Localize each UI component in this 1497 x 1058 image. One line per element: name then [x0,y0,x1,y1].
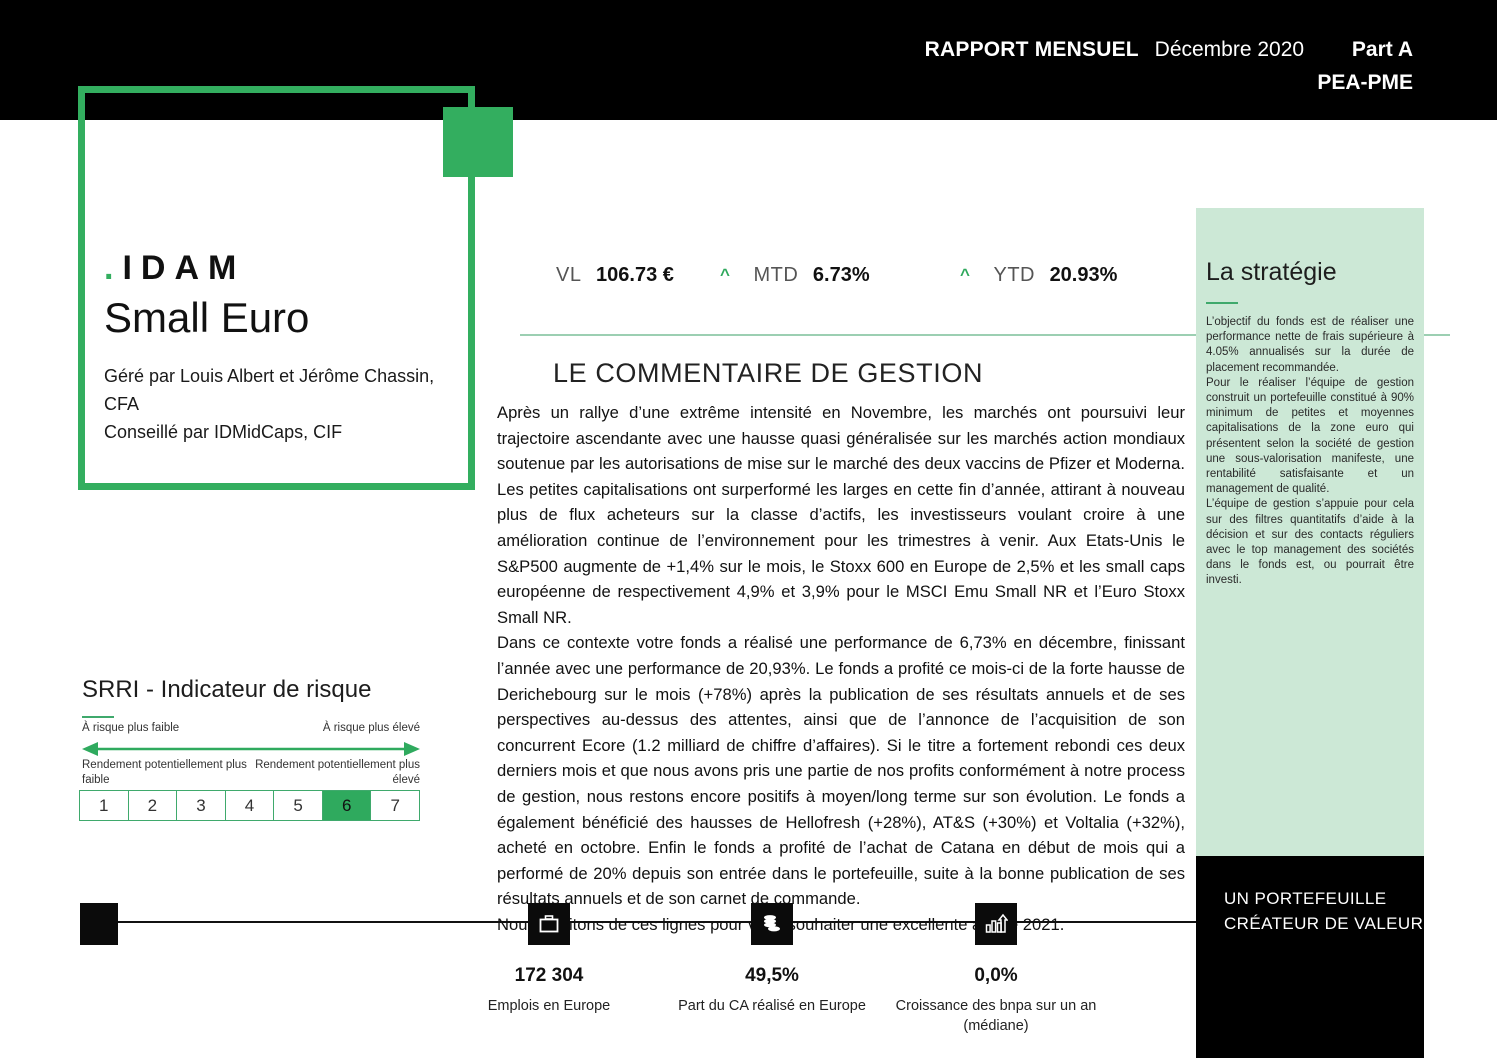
kpi-vl-value: 106.73 € [596,264,674,286]
report-part: Part A [1351,38,1413,61]
stat-value: 172 304 [514,965,584,986]
strategy-paragraph: L’objectif du fonds est de réaliser une … [1206,316,1414,374]
share-class-label: PEA-PME [1317,71,1413,94]
frame-header-mask [85,93,468,120]
brand-dot: . [104,249,123,287]
srri-cell-1[interactable]: 1 [79,790,128,821]
strategy-title-underline [1206,302,1238,304]
strategy-body: L’objectif du fonds est de réaliser une … [1206,315,1414,589]
bar-chart-up-icon [975,903,1017,945]
report-date: Décembre 2020 [1154,38,1305,61]
tagline-text: UN PORTEFEUILLE CRÉATEUR DE VALEUR [1224,889,1424,933]
srri-scale: 1 2 3 4 5 6 7 [79,790,421,821]
stat-caption: Croissance des bnpa sur un an (médiane) [895,998,1097,1034]
kpi-ytd-label: YTD [993,264,1035,286]
fund-name: Small Euro [104,294,310,341]
kpi-mtd: ^ MTD 6.73% [720,258,870,293]
srri-cell-5[interactable]: 5 [273,790,322,821]
header-text-group: RAPPORT MENSUEL Décembre 2020 Part A PEA… [925,36,1413,98]
kpi-vl-label: VL [556,264,582,286]
kpi-vl: VL 106.73 € [556,258,674,292]
stat-item: 0,0% Croissance des bnpa sur un an (médi… [876,903,1116,1036]
srri-cell-7[interactable]: 7 [370,790,421,821]
srri-label-high: À risque plus élevé [322,722,420,734]
stat-caption: Emplois en Europe [487,998,611,1014]
kpi-ytd: ^ YTD 20.93% [960,258,1117,293]
fund-advisor: Conseillé par IDMidCaps, CIF [104,422,343,442]
strategy-paragraph: Pour le réaliser l’équipe de gestion con… [1206,376,1414,496]
chevron-up-icon: ^ [960,265,970,284]
stat-item: 49,5% Part du CA réalisé en Europe [652,903,892,1016]
stat-item: 172 304 Emplois en Europe [429,903,669,1016]
commentary-title: LE COMMENTAIRE DE GESTION [553,358,984,388]
fund-identity: .IDAM Small Euro Géré par Louis Albert e… [104,248,464,446]
strategy-paragraph: L’équipe de gestion s’appuie pour cela s… [1206,498,1414,587]
chevron-up-icon: ^ [720,265,730,284]
srri-cell-2[interactable]: 2 [127,790,177,821]
coins-icon [751,903,793,945]
kpi-mtd-value: 6.73% [812,264,870,286]
brand-logo: .IDAM [104,248,464,288]
report-label: RAPPORT MENSUEL [924,38,1139,61]
srri-label-low: À risque plus faible [82,722,180,734]
green-square-decoration [443,107,513,177]
srri-title-underline [82,716,114,718]
stat-value: 0,0% [974,965,1018,986]
kpi-ytd-value: 20.93% [1049,264,1118,286]
briefcase-icon [528,903,570,945]
srri-cell-6-active[interactable]: 6 [321,790,371,821]
commentary-paragraph: Dans ce contexte votre fonds a réalisé u… [497,633,1185,909]
stat-caption: Part du CA réalisé en Europe [678,998,866,1014]
timeline-start-marker [80,903,118,945]
strategy-title: La stratégie [1206,258,1337,286]
header-line-primary: RAPPORT MENSUEL Décembre 2020 Part A [925,36,1413,64]
commentary-body: Après un rallye d’une extrême intensité … [497,400,1185,937]
report-page: RAPPORT MENSUEL Décembre 2020 Part A PEA… [0,0,1497,1058]
kpi-mtd-label: MTD [753,264,799,286]
srri-title: SRRI - Indicateur de risque [82,676,372,703]
srri-double-arrow-icon [82,742,420,756]
srri-sublabel-high: Rendement potentiellement plus élevé [255,759,420,786]
stat-value: 49,5% [745,965,799,986]
fund-managers: Géré par Louis Albert et Jérôme Chassin,… [104,366,435,414]
commentary-paragraph: Après un rallye d’une extrême intensité … [497,403,1185,627]
brand-name: IDAM [122,249,246,287]
kpi-row: VL 106.73 € ^ MTD 6.73% ^ YTD 20.93% [520,258,1180,298]
srri-cell-3[interactable]: 3 [176,790,225,821]
srri-cell-4[interactable]: 4 [224,790,274,821]
